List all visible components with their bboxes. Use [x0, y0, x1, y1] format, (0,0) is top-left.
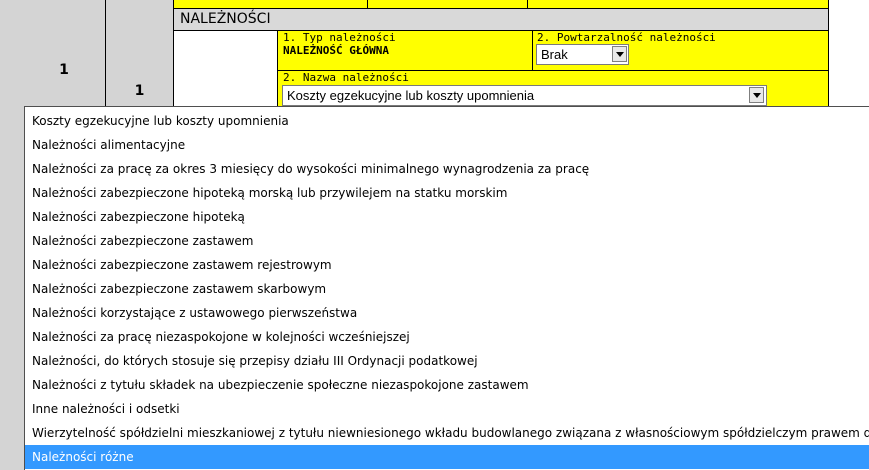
field-repeat-label: 2. Powtarzalność należności: [537, 31, 716, 44]
dropdown-option[interactable]: Inne należności i odsetki: [25, 397, 869, 421]
empty-cell: [174, 31, 277, 106]
field-type-value: NALEŻNOŚĆ GŁÓWNA: [283, 44, 389, 57]
section-title: NALEŻNOŚCI: [174, 9, 828, 30]
sub-row-number: 1: [134, 83, 145, 99]
dropdown-option[interactable]: Należności zabezpieczone zastawem skarbo…: [25, 277, 869, 301]
chevron-down-icon[interactable]: [749, 87, 764, 103]
name-select[interactable]: Koszty egzekucyjne lub koszty upomnienia: [282, 85, 767, 106]
field-type-label: 1. Typ należności: [283, 31, 396, 44]
dropdown-option[interactable]: Należności zabezpieczone hipoteką: [25, 205, 869, 229]
dropdown-option[interactable]: Należności zabezpieczone zastawem: [25, 229, 869, 253]
dropdown-option[interactable]: Należności z tytułu składek na ubezpiecz…: [25, 373, 869, 397]
dropdown-option[interactable]: Należności różne: [25, 445, 869, 469]
previous-row-cells: [174, 0, 828, 8]
field-name-label: 2. Nazwa należności: [283, 71, 409, 84]
repeat-select-value: Brak: [541, 47, 568, 62]
name-select-value: Koszty egzekucyjne lub koszty upomnienia: [287, 88, 535, 103]
dropdown-option[interactable]: Wierzytelność spółdzielni mieszkaniowej …: [25, 421, 869, 445]
chevron-down-icon[interactable]: [612, 46, 627, 62]
dropdown-option[interactable]: Należności korzystające z ustawowego pie…: [25, 301, 869, 325]
repeat-select[interactable]: Brak: [536, 44, 629, 65]
dropdown-option[interactable]: Należności alimentacyjne: [25, 133, 869, 157]
row-number: 1: [59, 62, 69, 78]
dropdown-option[interactable]: Należności zabezpieczone zastawem rejest…: [25, 253, 869, 277]
dropdown-option[interactable]: Należności za pracę za okres 3 miesięcy …: [25, 157, 869, 181]
dropdown-option[interactable]: Należności za pracę niezaspokojone w kol…: [25, 325, 869, 349]
name-dropdown-list[interactable]: Koszty egzekucyjne lub koszty upomnienia…: [24, 106, 869, 470]
dropdown-option[interactable]: Koszty egzekucyjne lub koszty upomnienia: [25, 109, 869, 133]
dropdown-option[interactable]: Należności, do których stosuje się przep…: [25, 349, 869, 373]
dropdown-option[interactable]: Należności zabezpieczone hipoteką morską…: [25, 181, 869, 205]
